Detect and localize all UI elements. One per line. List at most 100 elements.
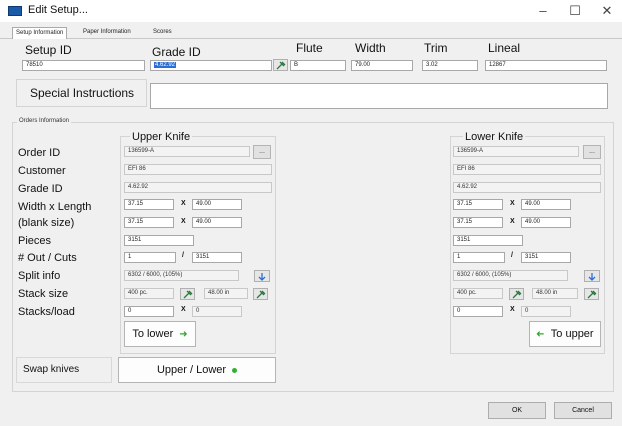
- width-field[interactable]: 79.00: [351, 60, 413, 71]
- close-button[interactable]: ✕: [594, 1, 620, 21]
- to-upper-button[interactable]: ➜ To upper: [529, 321, 601, 347]
- width-length-label: Width x Length: [18, 201, 92, 213]
- upper-knife-title: Upper Knife: [130, 131, 193, 143]
- upper-order-id-field[interactable]: 136599-A: [124, 146, 250, 157]
- upper-width-x-label: X: [181, 200, 186, 207]
- lower-width-x-label: X: [510, 200, 515, 207]
- lower-length-field[interactable]: 49.00: [521, 199, 571, 210]
- trim-label: Trim: [424, 41, 448, 55]
- upper-length-field[interactable]: 49.00: [192, 199, 242, 210]
- tool-picker-icon: [183, 290, 192, 299]
- lower-width-field[interactable]: 37.15: [453, 199, 503, 210]
- upper-cuts-field[interactable]: 3151: [192, 252, 242, 263]
- width-label: Width: [355, 41, 386, 55]
- swap-button-label: Upper / Lower: [156, 364, 227, 376]
- upper-stack-size-field: 400 pc.: [124, 288, 174, 299]
- cancel-button[interactable]: Cancel: [554, 402, 612, 419]
- swap-upper-lower-button[interactable]: Upper / Lower: [118, 357, 276, 383]
- flute-label: Flute: [296, 41, 323, 55]
- lower-customer-field: EFI 86: [453, 164, 601, 175]
- lower-stacks-x-label: X: [510, 306, 515, 313]
- grade-id-selection: 4.62.92: [154, 62, 177, 68]
- special-instructions-field[interactable]: [150, 83, 608, 109]
- split-info-label: Split info: [18, 270, 61, 282]
- orders-information-label: Orders Information: [17, 118, 72, 124]
- upper-split-button[interactable]: [254, 270, 270, 282]
- upper-customer-field: EFI 86: [124, 164, 272, 175]
- stacks-load-label: Stacks/load: [18, 306, 75, 318]
- upper-blank-x-label: X: [181, 218, 186, 225]
- window-title: Edit Setup...: [28, 4, 88, 16]
- maximize-button[interactable]: ☐: [562, 1, 588, 21]
- minimize-button[interactable]: –: [530, 1, 556, 21]
- title-bar: [0, 0, 622, 22]
- lower-blank-width-field[interactable]: 37.15: [453, 217, 503, 228]
- lineal-label: Lineal: [488, 41, 521, 55]
- upper-stacks-field[interactable]: 0: [124, 306, 174, 317]
- lower-cuts-field[interactable]: 3151: [521, 252, 571, 263]
- upper-grade-id-field: 4.62.92: [124, 182, 272, 193]
- upper-width-field[interactable]: 37.15: [124, 199, 174, 210]
- upper-stack-height-field: 48.00 in: [204, 288, 248, 299]
- upper-split-info-field: 6302 / 6000, (105%): [124, 270, 239, 281]
- grade-id-row-label: Grade ID: [18, 183, 63, 195]
- upper-stack-height-picker[interactable]: [253, 288, 268, 300]
- lower-order-id-field[interactable]: 136599-A: [453, 146, 579, 157]
- ok-button[interactable]: OK: [488, 402, 546, 419]
- grade-picker-button[interactable]: [273, 59, 288, 71]
- setup-id-field[interactable]: 78510: [22, 60, 145, 71]
- grade-id-label: Grade ID: [152, 45, 201, 59]
- double-arrow-left-icon: ➜: [536, 328, 545, 340]
- lower-stack-height-picker[interactable]: [584, 288, 599, 300]
- tool-picker-icon: [587, 290, 596, 299]
- lineal-field[interactable]: 12867: [485, 60, 607, 71]
- upper-stacks-extra-field: 0: [192, 306, 242, 317]
- tab-setup-information[interactable]: Setup Information: [12, 27, 68, 39]
- order-id-label: Order ID: [18, 147, 61, 159]
- tab-scores[interactable]: Scores: [150, 27, 175, 39]
- tool-picker-icon: [256, 290, 265, 299]
- trim-field[interactable]: 3.02: [422, 60, 478, 71]
- lower-blank-x-label: X: [510, 218, 515, 225]
- upper-pieces-field[interactable]: 3151: [124, 235, 194, 246]
- stack-size-label: Stack size: [18, 288, 69, 300]
- upper-stack-size-picker[interactable]: [180, 288, 195, 300]
- lower-knife-title: Lower Knife: [463, 131, 526, 143]
- upper-blank-width-field[interactable]: 37.15: [124, 217, 174, 228]
- lower-split-info-field: 6302 / 6000, (105%): [453, 270, 568, 281]
- lower-split-button[interactable]: [584, 270, 600, 282]
- lower-out-field[interactable]: 1: [453, 252, 505, 263]
- to-lower-label: To lower: [132, 328, 174, 340]
- tool-picker-icon: [276, 61, 285, 70]
- swap-knives-label: Swap knives: [16, 357, 112, 383]
- lower-stack-size-field: 400 pc.: [453, 288, 503, 299]
- lower-stacks-extra-field: 0: [521, 306, 571, 317]
- lower-stack-height-field: 48.00 in: [532, 288, 578, 299]
- upper-out-field[interactable]: 1: [124, 252, 176, 263]
- upper-slash-label: /: [182, 252, 184, 259]
- split-down-icon: [258, 273, 266, 281]
- lower-slash-label: /: [511, 252, 513, 259]
- lower-order-lookup-button[interactable]: ...: [583, 145, 601, 159]
- to-upper-label: To upper: [550, 328, 594, 340]
- tool-picker-icon: [512, 290, 521, 299]
- upper-order-lookup-button[interactable]: ...: [253, 145, 271, 159]
- tab-paper-information[interactable]: Paper Information: [80, 27, 134, 39]
- double-arrow-right-icon: ➜: [179, 328, 188, 340]
- grade-id-field[interactable]: 4.62.92: [150, 60, 272, 71]
- blank-size-label: (blank size): [18, 217, 75, 229]
- flute-field[interactable]: B: [290, 60, 346, 71]
- out-cuts-label: # Out / Cuts: [18, 252, 77, 264]
- lower-stack-size-picker[interactable]: [509, 288, 524, 300]
- status-dot-icon: [232, 367, 238, 373]
- lower-blank-length-field[interactable]: 49.00: [521, 217, 571, 228]
- lower-pieces-field[interactable]: 3151: [453, 235, 523, 246]
- special-instructions-label: Special Instructions: [30, 86, 135, 100]
- to-lower-button[interactable]: To lower ➜: [124, 321, 196, 347]
- upper-blank-length-field[interactable]: 49.00: [192, 217, 242, 228]
- setup-id-label: Setup ID: [25, 43, 72, 57]
- customer-label: Customer: [18, 165, 66, 177]
- upper-stacks-x-label: X: [181, 306, 186, 313]
- lower-stacks-field[interactable]: 0: [453, 306, 503, 317]
- app-icon: [8, 6, 22, 16]
